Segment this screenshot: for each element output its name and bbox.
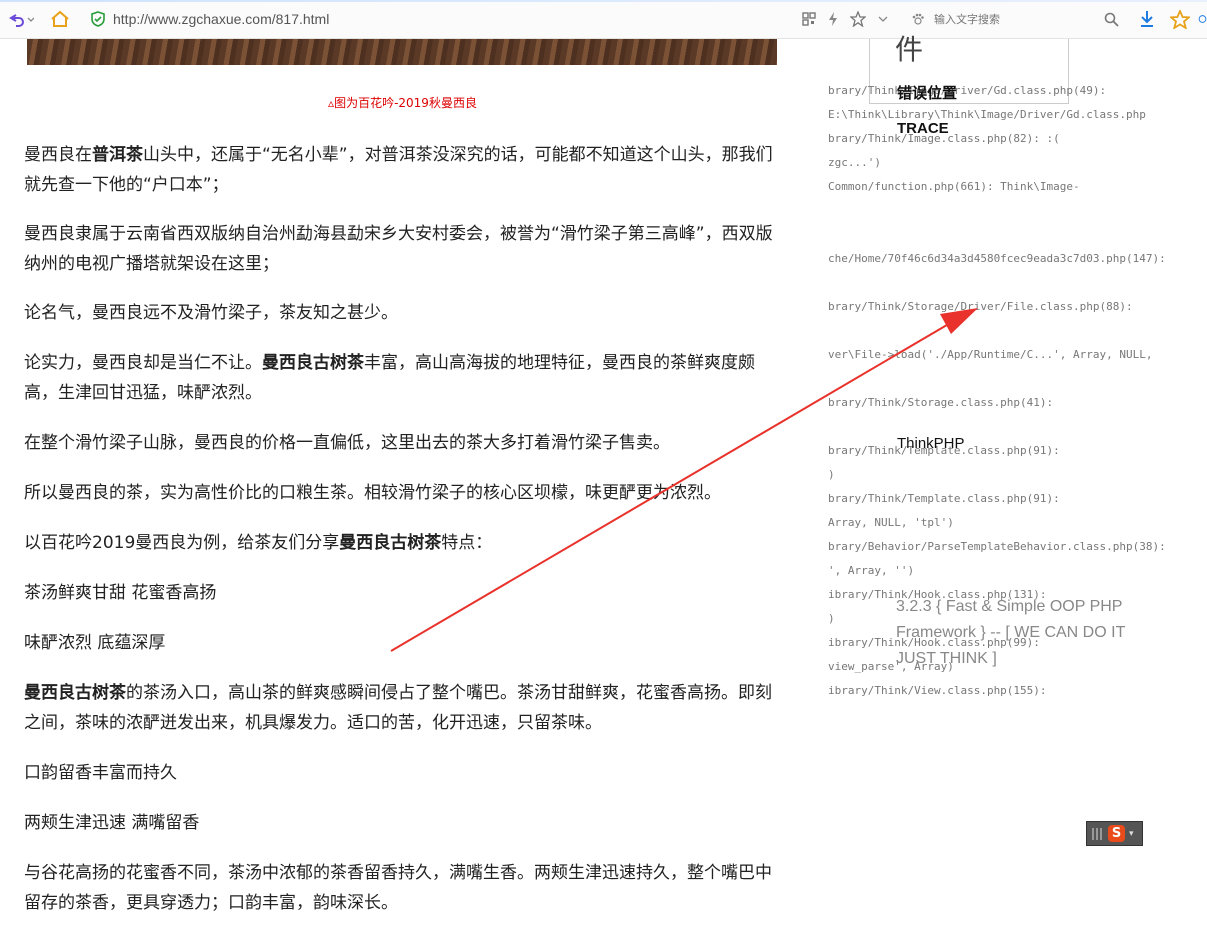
sogou-ime-icon[interactable]: S	[1108, 825, 1125, 842]
drag-handle-icon[interactable]	[1092, 827, 1104, 840]
ime-toolbar[interactable]: S ▾	[1086, 821, 1143, 846]
chevron-down-icon[interactable]: ▾	[1129, 829, 1134, 839]
annotation-arrow	[390, 308, 978, 652]
